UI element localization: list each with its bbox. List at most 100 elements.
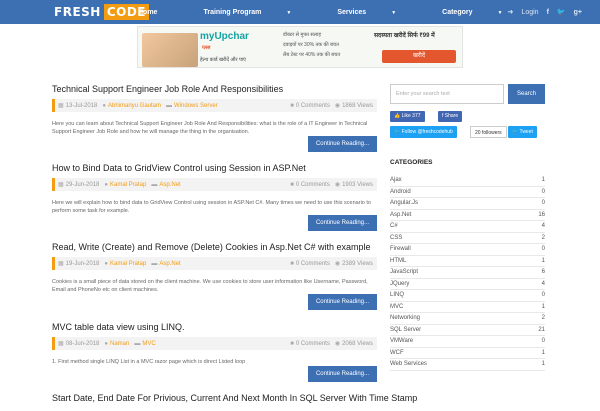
categories-list: Ajax 1 Android 0 Angular.Js 0 Asp.Net 16 C# 4… [390,175,545,371]
category-name: JavaScript [390,269,419,276]
post-comments: 0 Comments [295,340,330,347]
category-item[interactable]: VMWare 0 [390,336,545,348]
user-icon: ● [104,340,108,347]
post-category[interactable]: Windows Server [174,103,218,109]
menu-item-home[interactable]: Home [138,9,180,16]
category-item[interactable]: Networking 2 [390,313,545,325]
category-count: 1 [541,177,545,184]
post-title[interactable]: Start Date, End Date For Privious, Curre… [52,393,417,403]
banner-buy-button[interactable]: खरीदें [382,50,456,63]
post-author[interactable]: Abhimanyu Gautam [108,103,161,109]
advertisement-banner[interactable]: myUpchar प्लस हेल्थ कार्ड खरीदें और पाएं… [137,26,463,68]
post-author[interactable]: Kamal Pratap [110,182,146,188]
search-button[interactable]: Search [508,84,545,104]
login-link[interactable]: ➜ Login [500,8,539,16]
category-item[interactable]: Asp.Net 16 [390,210,545,221]
menu-item-training-label: Training Program [203,8,262,16]
continue-reading-button[interactable]: Continue Reading... [307,294,377,310]
category-count: 1 [541,349,545,356]
banner-headline: सदस्यता खरीदें सिर्फ ₹99 में [374,33,435,39]
facebook-like-label: Like 377 [401,113,421,119]
category-item[interactable]: Android 0 [390,187,545,198]
category-item[interactable]: JQuery 4 [390,279,545,290]
category-count: 0 [541,292,545,299]
category-count: 6 [541,269,545,276]
post-meta: ▦ 29-Jun-2018 ● Kamal Pratap ▬ Asp.Net ■… [52,178,377,191]
facebook-icon[interactable]: f [547,9,549,16]
category-item[interactable]: MVC 1 [390,302,545,313]
tweet-button[interactable]: 🐦 Tweet [508,126,537,138]
chevron-down-icon: ▼ [391,9,397,16]
eye-icon: ◉ [334,103,341,109]
facebook-share-button[interactable]: f Share [438,111,463,122]
comment-icon: ■ [290,260,294,267]
category-name: VMWare [390,338,414,345]
facebook-icon: f [442,113,444,119]
folder-icon: ▬ [166,102,173,109]
post-category[interactable]: Asp.Net [159,182,180,188]
category-count: 0 [541,188,545,195]
category-item[interactable]: CSS 2 [390,233,545,244]
eye-icon: ◉ [334,182,341,188]
category-name: Web Services [390,361,427,368]
post-category[interactable]: MVC [142,341,155,347]
post-item: Start Date, End Date For Privious, Curre… [52,393,417,403]
category-name: HTML [390,257,407,264]
banner-brand: myUpchar [200,31,249,42]
post-author[interactable]: Naman [110,341,129,347]
category-item[interactable]: C# 4 [390,221,545,233]
category-item[interactable]: SQL Server 21 [390,325,545,336]
continue-reading-button[interactable]: Continue Reading... [307,366,377,382]
category-name: CSS [390,234,403,241]
category-item[interactable]: Ajax 1 [390,175,545,187]
calendar-icon: ▦ [58,182,64,188]
banner-bullet: दवाइयों पर 30% तक की बचत [283,42,339,48]
post-title[interactable]: Read, Write (Create) and Remove (Delete)… [52,242,377,252]
calendar-icon: ▦ [58,261,64,267]
post-category[interactable]: Asp.Net [159,261,180,267]
search-input[interactable]: Enter your search text [390,84,504,104]
menu-item-services[interactable]: Services ▼ [337,9,419,16]
post-title[interactable]: MVC table data view using LINQ. [52,322,377,332]
post-excerpt: Cookies is a small piece of data stored … [52,279,368,293]
post-title[interactable]: Technical Support Engineer Job Role And … [52,84,377,94]
site-logo[interactable]: FRESH CODE [54,4,149,20]
category-count: 16 [538,211,545,218]
top-navbar: FRESH CODE Home Training Program ▼ Servic… [0,0,600,24]
menu-item-training[interactable]: Training Program ▼ [203,9,314,16]
post-views: 2389 Views [342,260,373,267]
continue-reading-button[interactable]: Continue Reading... [307,136,377,152]
user-icon: ● [104,181,108,188]
category-item[interactable]: Firewall 0 [390,244,545,256]
category-item[interactable]: Web Services 1 [390,359,545,371]
post-comments: 0 Comments [295,102,330,109]
facebook-like-button[interactable]: 👍 Like 377 [390,111,425,122]
post-item: MVC table data view using LINQ. ▦ 08-Jun… [52,322,377,382]
twitter-icon[interactable]: 🐦 [557,8,566,16]
category-count: 2 [541,315,545,322]
post-item: Read, Write (Create) and Remove (Delete)… [52,242,377,310]
category-item[interactable]: JavaScript 6 [390,267,545,279]
category-item[interactable]: Angular.Js 0 [390,198,545,210]
category-count: 0 [541,246,545,253]
category-name: Angular.Js [390,200,419,207]
continue-reading-button[interactable]: Continue Reading... [307,215,377,231]
login-icon: ➜ [507,9,514,16]
menu-item-category-label: Category [442,8,473,16]
twitter-follow-button[interactable]: 🐦 Follow @freshcodehub [390,126,457,138]
post-meta: ▦ 08-Jun-2018 ● Naman ▬ MVC ■ 0 Comments… [52,337,377,350]
logo-text-fresh: FRESH [54,5,101,19]
category-item[interactable]: WCF 1 [390,348,545,359]
category-item[interactable]: HTML 1 [390,256,545,267]
category-item[interactable]: LINQ 0 [390,290,545,302]
post-title[interactable]: How to Bind Data to GridView Control usi… [52,163,377,173]
post-excerpt: Here you can learn about Technical Suppo… [52,121,368,135]
post-stats: ■ 0 Comments ◉ 2068 Views [290,337,373,350]
user-icon: ● [104,260,108,267]
post-date: 13-Jul-2018 [65,102,98,109]
category-name: Asp.Net [390,211,412,218]
nav-right: ➜ Login f 🐦 g+ [492,0,582,24]
google-plus-icon[interactable]: g+ [574,9,582,16]
category-name: Firewall [390,246,411,253]
post-author[interactable]: Kamal Pratap [110,261,146,267]
